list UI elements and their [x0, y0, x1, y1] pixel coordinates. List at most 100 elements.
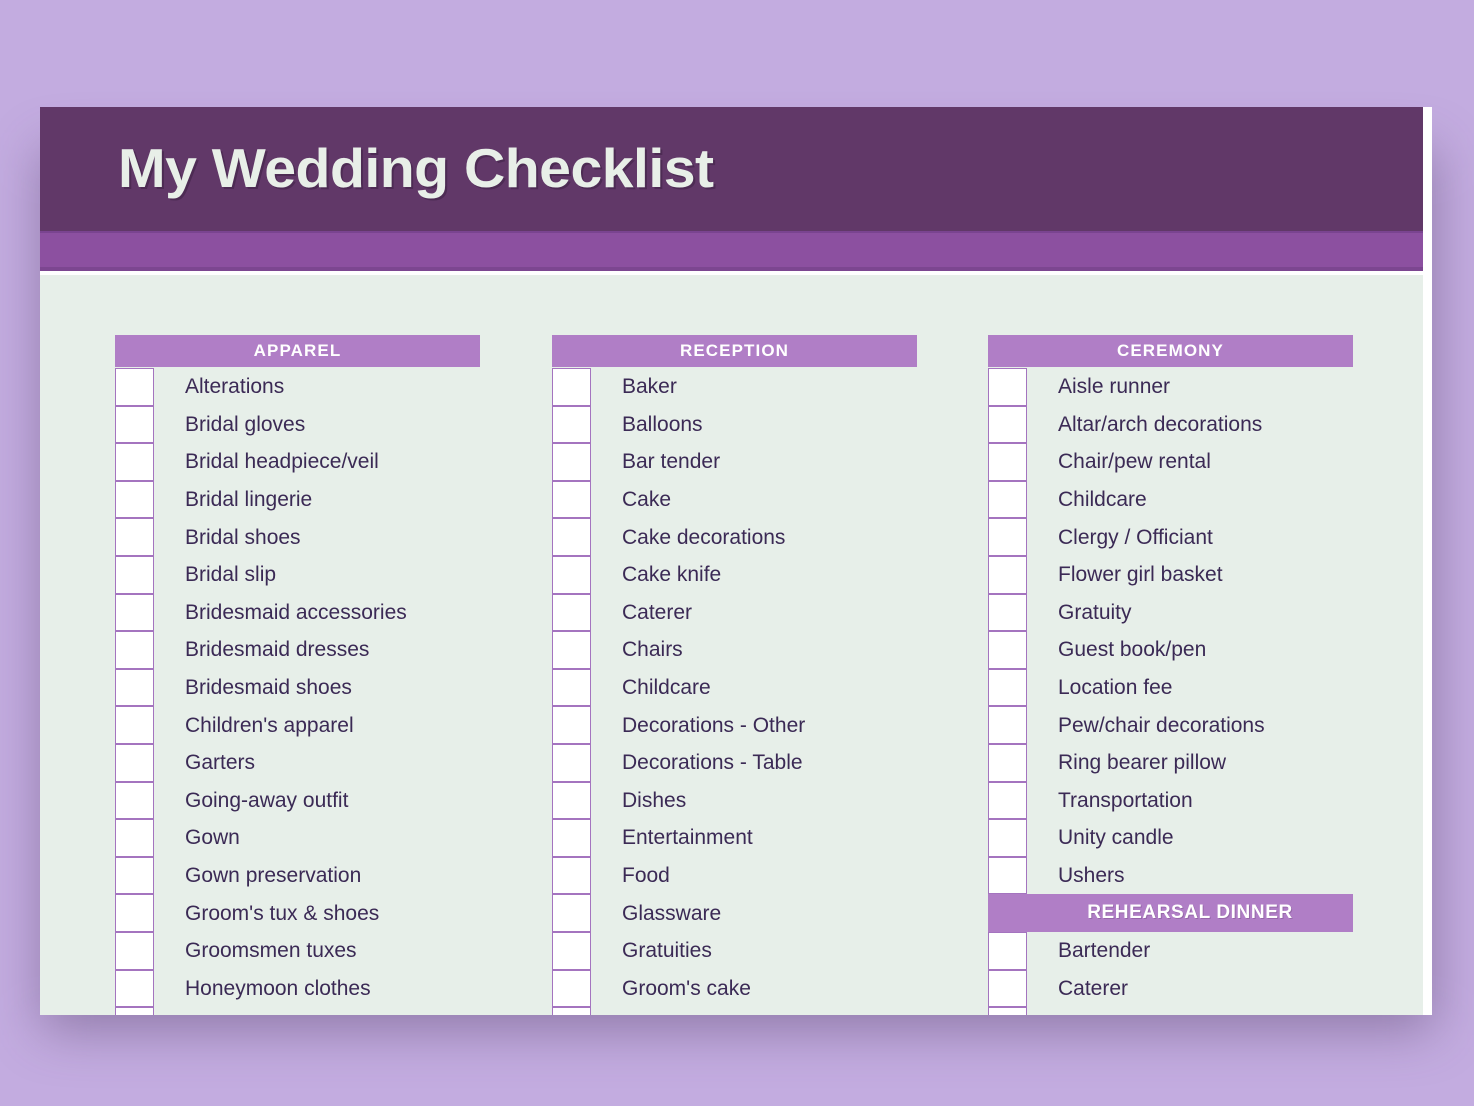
checkbox[interactable]: [988, 405, 1027, 444]
checkbox[interactable]: [115, 969, 154, 1008]
checkbox[interactable]: [988, 555, 1027, 594]
checklist-row: Caterer: [552, 593, 917, 632]
checklist-column-apparel: APPAREL Alterations Bridal gloves Bridal he…: [115, 335, 480, 1015]
checkbox[interactable]: [115, 555, 154, 594]
checkbox[interactable]: [115, 819, 154, 857]
checklist-item-label: Bridal headpiece/veil: [185, 450, 379, 474]
checklist-item-label: Decorations - Other: [622, 713, 806, 737]
checkbox[interactable]: [988, 518, 1027, 556]
checkbox[interactable]: [988, 1007, 1027, 1015]
checklist-row: Children's apparel: [115, 706, 480, 744]
checkbox[interactable]: [115, 593, 154, 632]
checkbox[interactable]: [552, 781, 591, 820]
checkbox[interactable]: [115, 743, 154, 782]
checkbox[interactable]: [552, 969, 591, 1008]
checkbox[interactable]: [552, 706, 591, 744]
checkbox[interactable]: [115, 894, 154, 932]
checkbox[interactable]: [115, 706, 154, 744]
checklist-row: Decorations - Table: [552, 743, 917, 782]
checklist-row: Bartender: [988, 931, 1353, 970]
checklist-row: Entertainment: [552, 819, 917, 857]
checkbox[interactable]: [115, 668, 154, 707]
checkbox[interactable]: [552, 856, 591, 895]
checklist-item-label: Dishes: [622, 788, 687, 812]
checkbox[interactable]: [552, 555, 591, 594]
checklist-item-label: Bridesmaid shoes: [185, 676, 352, 700]
checkbox[interactable]: [115, 1007, 154, 1015]
checkbox[interactable]: [552, 743, 591, 782]
checkbox[interactable]: [988, 819, 1027, 857]
checklist-row: Altar/arch decorations: [988, 405, 1353, 444]
checklist-item-label: Aisle runner: [1058, 375, 1171, 399]
checkbox[interactable]: [552, 480, 591, 519]
checklist-item-label: Bridal gloves: [185, 412, 306, 436]
checklist-item-label: Ring bearer pillow: [1058, 751, 1227, 775]
checkbox[interactable]: [988, 706, 1027, 744]
checkbox[interactable]: [115, 931, 154, 970]
checklist-item-label: Alterations: [185, 375, 285, 399]
checklist-item-label: Garters: [185, 751, 256, 775]
checklist-row: Cake: [552, 480, 917, 519]
checkbox[interactable]: [552, 405, 591, 444]
checkbox[interactable]: [552, 631, 591, 669]
checkbox[interactable]: [988, 743, 1027, 782]
checkbox[interactable]: [552, 368, 591, 406]
checkbox[interactable]: [988, 631, 1027, 669]
checkbox[interactable]: [552, 443, 591, 481]
checkbox[interactable]: [988, 781, 1027, 820]
checklist-item-label: Cake: [622, 488, 672, 512]
checkbox[interactable]: [115, 443, 154, 481]
checklist-item-label: Bridesmaid dresses: [185, 638, 370, 662]
checkbox[interactable]: [115, 480, 154, 519]
checkbox[interactable]: [115, 518, 154, 556]
checklist-row: Bridal lingerie: [115, 480, 480, 519]
checklist-row: Caterer: [988, 969, 1353, 1008]
checklist-item-label: Bridal slip: [185, 563, 277, 587]
checkbox[interactable]: [988, 480, 1027, 519]
checklist-item-label: Gown: [185, 826, 240, 850]
checkbox[interactable]: [115, 856, 154, 895]
checklist-item-label: Guest book: [591, 1007, 917, 1015]
checkbox[interactable]: [115, 631, 154, 669]
checklist-row: Gown: [115, 819, 480, 857]
checklist-item-label: Location fee: [1058, 676, 1173, 700]
checklist-row: Ushers: [988, 856, 1353, 895]
checklist-item-label: Groom's cake: [622, 976, 751, 1000]
checklist-row: Location fee: [988, 668, 1353, 707]
checkbox[interactable]: [115, 405, 154, 444]
checkbox[interactable]: [988, 856, 1027, 895]
checkbox[interactable]: [988, 931, 1027, 970]
checklist-row: Bridesmaid shoes: [115, 668, 480, 707]
section-header-reception: RECEPTION: [552, 335, 917, 367]
checkbox[interactable]: [988, 593, 1027, 632]
checkbox[interactable]: [988, 443, 1027, 481]
checkbox[interactable]: [552, 931, 591, 970]
checkbox[interactable]: [552, 518, 591, 556]
checkbox[interactable]: [988, 668, 1027, 707]
checkbox[interactable]: [988, 969, 1027, 1008]
sub-section-header-spacer: [988, 894, 1027, 932]
checklist-row: Glassware: [552, 894, 917, 932]
checkbox[interactable]: [115, 781, 154, 820]
checklist-row: Centerpieces: [988, 1007, 1353, 1015]
checkbox[interactable]: [552, 593, 591, 632]
checkbox[interactable]: [552, 894, 591, 932]
checkbox[interactable]: [115, 368, 154, 406]
checklist-row: Guest book/pen: [988, 631, 1353, 669]
checklist-row: Flower girl basket: [988, 555, 1353, 594]
checklist-row: Bar tender: [552, 443, 917, 481]
section-header-ceremony: CEREMONY: [988, 335, 1353, 367]
checkbox[interactable]: [988, 368, 1027, 406]
checklist-row: Aisle runner: [988, 368, 1353, 406]
checkbox[interactable]: [552, 668, 591, 707]
checklist-row: Hosiery: [115, 1007, 480, 1015]
checklist-column-reception: RECEPTION Baker Balloons Bar tender Cake Cake…: [552, 335, 917, 1015]
checklist-row: Bridal gloves: [115, 405, 480, 444]
checklist-row: Bridal headpiece/veil: [115, 443, 480, 481]
checklist-body: APPAREL Alterations Bridal gloves Bridal he…: [40, 275, 1423, 1015]
checklist-row: Groom's cake: [552, 969, 917, 1008]
checklist-item-label: Caterer: [1058, 976, 1129, 1000]
checklist-item-label: Groomsmen tuxes: [185, 939, 357, 963]
checkbox[interactable]: [552, 1007, 591, 1015]
checkbox[interactable]: [552, 819, 591, 857]
